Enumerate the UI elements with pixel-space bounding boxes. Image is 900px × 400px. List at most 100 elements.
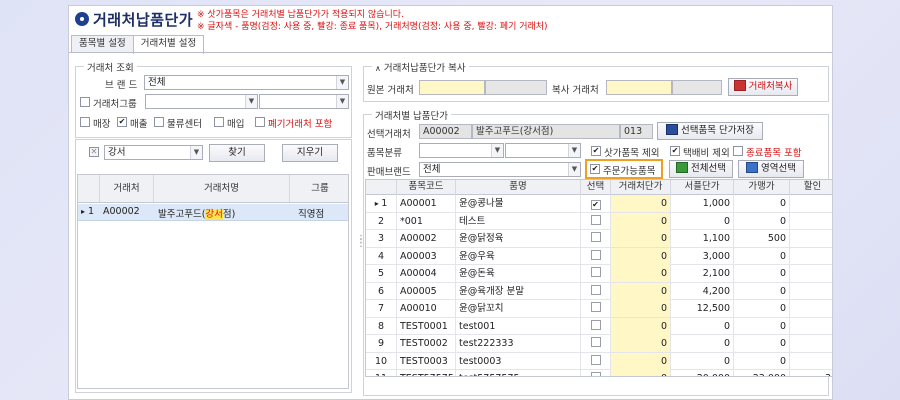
client-name-post: 점) xyxy=(222,209,236,220)
franchise-price: 0 xyxy=(734,247,790,265)
col-client[interactable]: 거래처 xyxy=(100,175,154,202)
client-name-highlight: 강서 xyxy=(205,209,223,220)
row-select-checkbox[interactable] xyxy=(590,284,601,295)
col-franchise-price[interactable]: 가맹가 xyxy=(734,180,790,195)
table-row[interactable]: ▸ 1 A00002 발주고푸드(강서점) 직영점 xyxy=(78,204,348,221)
row-select-checkbox[interactable] xyxy=(590,267,601,277)
row-select-checkbox[interactable] xyxy=(590,249,601,260)
table-row[interactable]: 3 A00002 윤@닭정육 0 1,100 500 xyxy=(366,230,832,248)
orderable-items-checkbox[interactable]: ✔ xyxy=(590,164,600,174)
supply-price: 20,000 xyxy=(671,370,734,376)
target-client-label: 복사 거래처 xyxy=(552,85,599,96)
category-select-2[interactable]: ▼ xyxy=(505,143,581,158)
find-button[interactable]: 찾기 xyxy=(209,144,265,162)
logistics-label: 물류센터 xyxy=(167,119,202,130)
col-select[interactable]: 선택 xyxy=(581,180,611,195)
chevron-down-icon: ▼ xyxy=(568,144,580,157)
client-price[interactable]: 0 xyxy=(611,247,671,265)
col-group[interactable]: 그룹 xyxy=(290,175,350,202)
row-select-checkbox[interactable]: ✔ xyxy=(590,200,601,210)
orderable-items-box[interactable]: ✔ 주문가능품목 xyxy=(585,159,663,179)
row-select-checkbox[interactable] xyxy=(590,319,601,330)
client-search-value: 강서 xyxy=(108,147,126,158)
client-group-select-2[interactable]: ▼ xyxy=(259,94,349,109)
table-row[interactable]: 9 TEST0002 test222333 0 0 0 xyxy=(366,335,832,353)
clear-button[interactable]: 지우기 xyxy=(282,144,338,162)
client-price[interactable]: 0 xyxy=(611,335,671,352)
row-select-checkbox[interactable] xyxy=(590,337,601,347)
tab-item-setting[interactable]: 품목별 설정 xyxy=(71,35,134,53)
select-all-button[interactable]: 전체선택 xyxy=(669,160,733,178)
client-price[interactable]: 0 xyxy=(611,212,671,230)
brand-select-value: 전체 xyxy=(148,77,166,88)
col-client-price[interactable]: 거래처단가 xyxy=(611,180,671,195)
copy-client-button[interactable]: 거래처복사 xyxy=(728,78,798,96)
client-group-select-1[interactable]: ▼ xyxy=(145,94,258,109)
client-price[interactable]: 0 xyxy=(611,317,671,335)
table-row[interactable]: 5 A00004 윤@돈육 0 2,100 0 xyxy=(366,265,832,283)
client-name: 발주고푸드(강서점) xyxy=(158,206,235,220)
sales-brand-select[interactable]: 전체 ▼ xyxy=(419,162,581,177)
franchise-price: 0 xyxy=(734,300,790,317)
table-row[interactable]: ▸ 1 A00001 윤@콩나물 ✔ 0 1,000 0 xyxy=(366,195,832,213)
franchise-price: 0 xyxy=(734,265,790,282)
client-group-checkbox[interactable] xyxy=(80,97,90,107)
exclude-fast-checkbox[interactable]: ✔ xyxy=(591,146,601,156)
row-select-checkbox[interactable] xyxy=(590,302,601,312)
franchise-price: 23,000 xyxy=(734,370,790,376)
supply-price: 2,100 xyxy=(671,265,734,282)
franchise-price: 0 xyxy=(734,195,790,212)
client-price[interactable]: 0 xyxy=(611,300,671,317)
sales-checkbox[interactable]: ✔ xyxy=(117,117,127,127)
client-price[interactable]: 0 xyxy=(611,230,671,247)
client-price[interactable]: 0 xyxy=(611,195,671,212)
row-select-checkbox[interactable] xyxy=(590,232,601,242)
brand-select[interactable]: 전체 ▼ xyxy=(144,75,349,90)
purchase-checkbox[interactable] xyxy=(214,117,224,127)
exclude-delivery-checkbox[interactable]: ✔ xyxy=(670,146,680,156)
store-checkbox[interactable] xyxy=(80,117,90,127)
category-select-1[interactable]: ▼ xyxy=(419,143,504,158)
sales-brand-label: 판매브랜드 xyxy=(367,167,411,178)
client-search-input[interactable]: 강서 ▼ xyxy=(104,145,203,160)
table-row[interactable]: 8 TEST0001 test001 0 0 0 xyxy=(366,317,832,335)
row-select-checkbox[interactable] xyxy=(590,354,601,365)
table-row[interactable]: 7 A00010 윤@닭꼬치 0 12,500 0 xyxy=(366,300,832,318)
client-price[interactable]: 0 xyxy=(611,282,671,300)
client-price[interactable]: 0 xyxy=(611,370,671,376)
title-bar: 거래처납품단가 ※ 삿가품목은 거래처별 납품단가가 적용되지 않습니다. ※ … xyxy=(69,6,832,34)
col-supply-price[interactable]: 서플단가 xyxy=(671,180,734,195)
table-row[interactable]: 4 A00003 윤@우육 0 3,000 0 xyxy=(366,247,832,265)
col-item-code[interactable]: 품목코드 xyxy=(397,180,456,195)
table-row[interactable]: 2 *001 테스트 0 0 0 xyxy=(366,212,832,230)
item-name: test0003 xyxy=(456,352,581,370)
row-select-checkbox[interactable] xyxy=(590,372,601,376)
close-icon[interactable]: ✕ xyxy=(89,147,99,157)
supply-price: 0 xyxy=(671,352,734,370)
col-discount[interactable]: 할인 xyxy=(790,180,832,195)
client-price[interactable]: 0 xyxy=(611,265,671,282)
item-name: 윤@닭꼬치 xyxy=(456,300,581,317)
client-price[interactable]: 0 xyxy=(611,352,671,370)
save-selected-price-button[interactable]: 선택품목 단가저장 xyxy=(657,122,763,140)
table-row[interactable]: 6 A00005 윤@육개장 분말 0 4,200 0 xyxy=(366,282,832,300)
chevron-up-icon[interactable]: ∧ xyxy=(375,64,381,73)
target-client-code-field[interactable] xyxy=(606,80,672,95)
source-client-code-field[interactable] xyxy=(419,80,485,95)
area-select-label: 영역선택 xyxy=(761,163,796,174)
include-ended-checkbox[interactable] xyxy=(733,146,743,156)
disposed-client-checkbox[interactable] xyxy=(255,117,265,127)
col-client-name[interactable]: 거래처명 xyxy=(154,175,290,202)
logistics-checkbox[interactable] xyxy=(154,117,164,127)
disposed-client-label: 폐기거래처 포함 xyxy=(268,119,333,130)
select-cell xyxy=(581,370,611,376)
table-row[interactable]: 10 TEST0003 test0003 0 0 0 xyxy=(366,352,832,370)
purchase-label: 매입 xyxy=(227,119,245,130)
area-select-button[interactable]: 영역선택 xyxy=(738,160,804,178)
row-number-text: 10 xyxy=(374,355,388,367)
client-grid: 거래처 거래처명 그룹 ▸ 1 A00002 발주고푸드(강서점) 직영점 xyxy=(77,174,349,389)
chevron-down-icon: ▼ xyxy=(568,163,580,176)
row-select-checkbox[interactable] xyxy=(590,214,601,225)
table-row[interactable]: 11 TEST57575test5757575 020,00023,0003 xyxy=(366,370,832,376)
col-item-name[interactable]: 품명 xyxy=(456,180,581,195)
